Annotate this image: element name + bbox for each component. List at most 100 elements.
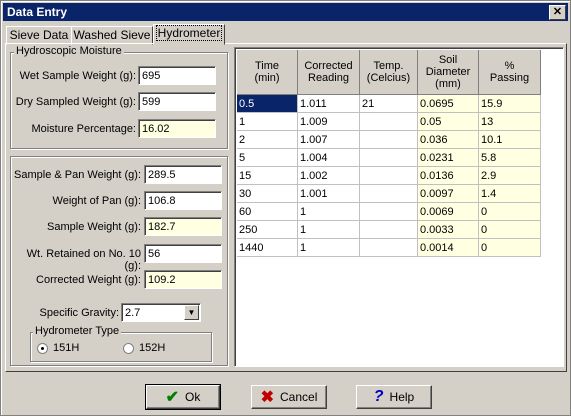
moisture-percentage-label: Moisture Percentage: <box>31 123 136 135</box>
table-cell[interactable]: 0.036 <box>417 130 479 149</box>
table-cell[interactable]: 0.0231 <box>417 148 479 167</box>
hydroscopic-moisture-title: Hydroscopic Moisture <box>14 45 124 57</box>
header-line: Temp. <box>373 60 404 72</box>
window-title: Data Entry <box>7 5 68 19</box>
table-cell[interactable] <box>359 112 418 131</box>
dry-sample-weight-field[interactable]: 599 <box>138 92 216 111</box>
radio-selected-icon <box>37 342 48 354</box>
table-row[interactable]: 15 1.002 0.0136 2.9 <box>237 166 541 185</box>
radio-unselected-icon <box>123 342 134 354</box>
table-cell[interactable]: 2 <box>237 130 298 149</box>
table-cell[interactable]: 13 <box>478 112 541 131</box>
table-cell[interactable]: 60 <box>237 202 298 221</box>
ok-button[interactable]: ✔ Ok <box>145 384 221 410</box>
header-line: (mm) <box>435 78 461 90</box>
table-cell[interactable]: 1 <box>297 220 360 239</box>
table-cell[interactable]: 10.1 <box>478 130 541 149</box>
table-cell[interactable]: 2.9 <box>478 166 541 185</box>
hydrometer-data-grid[interactable]: Time (min) Corrected Reading Temp. (Celcius… <box>234 47 564 367</box>
header-line: Passing <box>489 72 530 84</box>
col-header-temp[interactable]: Temp. (Celcius) <box>359 50 418 95</box>
table-cell[interactable]: 1.004 <box>297 148 360 167</box>
table-cell[interactable]: 15.9 <box>478 94 541 113</box>
table-cell[interactable]: 5.8 <box>478 148 541 167</box>
header-line: (Celcius) <box>366 72 411 84</box>
table-cell[interactable]: 0.0014 <box>417 238 479 257</box>
radio-151h[interactable]: 151H <box>37 342 79 354</box>
moisture-percentage-field: 16.02 <box>138 119 216 138</box>
table-row[interactable]: 60 1 0.0069 0 <box>237 202 541 221</box>
data-entry-window: Data Entry ✕ Sieve Data Washed Sieve Hyd… <box>0 0 571 416</box>
table-body: 0.5 1.011 21 0.0695 15.9 1 1.009 0.05 13 2 1.007 0.… <box>237 94 541 257</box>
table-cell[interactable]: 30 <box>237 184 298 203</box>
check-icon: ✔ <box>165 389 180 406</box>
header-line: Soil <box>438 54 458 66</box>
ok-button-label: Ok <box>185 390 201 404</box>
corrected-weight-label: Corrected Weight (g): <box>36 274 141 286</box>
table-cell[interactable] <box>359 166 418 185</box>
col-header-passing[interactable]: % Passing <box>478 50 541 95</box>
table-cell[interactable]: 1 <box>237 112 298 131</box>
table-cell[interactable] <box>359 220 418 239</box>
table-cell[interactable]: 0 <box>478 220 541 239</box>
specific-gravity-select[interactable]: 2.7 ▼ <box>121 303 201 322</box>
retained-no10-field[interactable]: 56 <box>144 244 222 263</box>
table-cell[interactable]: 0.0097 <box>417 184 479 203</box>
table-cell[interactable]: 1.002 <box>297 166 360 185</box>
title-bar: Data Entry ✕ <box>3 3 568 21</box>
table-cell[interactable]: 1.001 <box>297 184 360 203</box>
table-cell[interactable] <box>359 202 418 221</box>
sample-pan-weight-field[interactable]: 289.5 <box>144 165 222 184</box>
x-icon: ✖ <box>260 389 275 406</box>
table-cell[interactable]: 1.007 <box>297 130 360 149</box>
chevron-down-icon[interactable]: ▼ <box>184 305 199 320</box>
table-cell[interactable]: 1.4 <box>478 184 541 203</box>
wet-sample-weight-field[interactable]: 695 <box>138 66 216 85</box>
specific-gravity-label: Specific Gravity: <box>39 307 119 319</box>
tab-hydrometer[interactable]: Hydrometer <box>153 24 225 45</box>
table-row[interactable]: 1440 1 0.0014 0 <box>237 238 541 257</box>
radio-152h-label: 152H <box>139 342 166 354</box>
table-cell[interactable] <box>359 148 418 167</box>
radio-151h-label: 151H <box>53 342 80 354</box>
table-cell[interactable]: 0.05 <box>417 112 479 131</box>
help-button[interactable]: ? Help <box>356 385 432 409</box>
table-cell[interactable]: 0.0033 <box>417 220 479 239</box>
weight-of-pan-field[interactable]: 106.8 <box>144 191 222 210</box>
table-cell[interactable]: 1 <box>297 238 360 257</box>
table-cell[interactable]: 0.0695 <box>417 94 479 113</box>
table-cell[interactable]: 0 <box>478 238 541 257</box>
table-row[interactable]: 5 1.004 0.0231 5.8 <box>237 148 541 167</box>
col-header-corrected-reading[interactable]: Corrected Reading <box>297 50 360 95</box>
col-header-time[interactable]: Time (min) <box>237 50 298 95</box>
table-cell[interactable]: 5 <box>237 148 298 167</box>
table-cell[interactable]: 0 <box>478 202 541 221</box>
table-cell[interactable] <box>359 130 418 149</box>
table-cell[interactable]: 1.009 <box>297 112 360 131</box>
table-cell[interactable]: 1.011 <box>297 94 360 113</box>
table-header-row: Time (min) Corrected Reading Temp. (Celcius… <box>237 50 541 95</box>
tab-label: Hydrometer <box>155 25 223 41</box>
table-row[interactable]: 250 1 0.0033 0 <box>237 220 541 239</box>
table-cell[interactable]: 0.5 <box>237 94 298 113</box>
table-cell[interactable]: 0.0136 <box>417 166 479 185</box>
table-cell[interactable]: 21 <box>359 94 418 113</box>
table-cell[interactable]: 0.0069 <box>417 202 479 221</box>
tab-label: Sieve Data <box>9 28 69 42</box>
table-cell[interactable]: 1 <box>297 202 360 221</box>
table-row[interactable]: 1 1.009 0.05 13 <box>237 112 541 131</box>
table-cell[interactable] <box>359 238 418 257</box>
table-row[interactable]: 2 1.007 0.036 10.1 <box>237 130 541 149</box>
table-cell[interactable] <box>359 184 418 203</box>
table-cell[interactable]: 1440 <box>237 238 298 257</box>
table-cell[interactable]: 15 <box>237 166 298 185</box>
col-header-soil-diameter[interactable]: Soil Diameter (mm) <box>417 50 479 95</box>
radio-152h[interactable]: 152H <box>123 342 165 354</box>
table-row[interactable]: 0.5 1.011 21 0.0695 15.9 <box>237 94 541 113</box>
help-question-icon: ? <box>373 388 384 405</box>
tab-label: Washed Sieve <box>73 28 151 42</box>
cancel-button[interactable]: ✖ Cancel <box>251 385 327 409</box>
close-icon[interactable]: ✕ <box>549 5 566 20</box>
table-row[interactable]: 30 1.001 0.0097 1.4 <box>237 184 541 203</box>
table-cell[interactable]: 250 <box>237 220 298 239</box>
